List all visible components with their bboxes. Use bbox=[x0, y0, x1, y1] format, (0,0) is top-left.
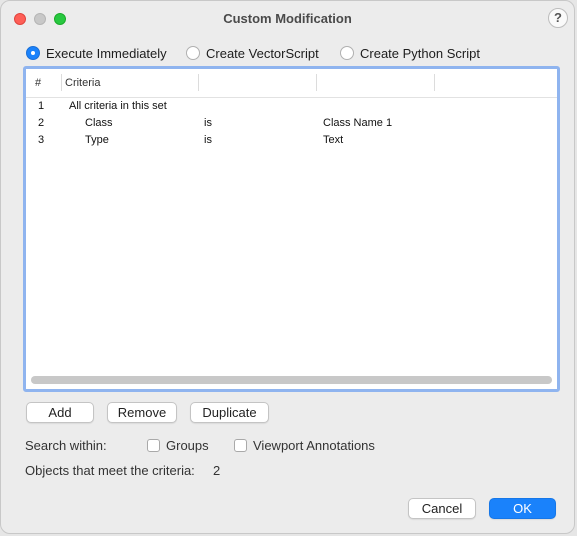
viewport-annotations-label[interactable]: Viewport Annotations bbox=[253, 438, 375, 453]
objects-count-label: Objects that meet the criteria: bbox=[25, 463, 195, 478]
table-row[interactable]: 3 Type is Text bbox=[26, 132, 557, 149]
row-value: Text bbox=[323, 134, 344, 146]
row-criteria: Class bbox=[85, 117, 113, 129]
criteria-table[interactable]: # Criteria 1 All criteria in this set 2 … bbox=[23, 66, 560, 392]
table-row[interactable]: 1 All criteria in this set bbox=[26, 98, 557, 115]
radio-label: Create Python Script bbox=[360, 46, 480, 61]
column-divider[interactable] bbox=[61, 74, 62, 91]
row-number: 3 bbox=[38, 134, 45, 146]
table-header: # Criteria bbox=[26, 69, 557, 98]
window-title: Custom Modification bbox=[223, 11, 352, 26]
cancel-button[interactable]: Cancel bbox=[408, 498, 476, 519]
radio-unselected-icon[interactable] bbox=[340, 46, 354, 60]
column-divider[interactable] bbox=[316, 74, 317, 91]
column-divider[interactable] bbox=[434, 74, 435, 91]
row-number: 1 bbox=[38, 100, 45, 112]
column-header-criteria[interactable]: Criteria bbox=[65, 77, 100, 89]
radio-unselected-icon[interactable] bbox=[186, 46, 200, 60]
row-operator: is bbox=[204, 117, 212, 129]
viewport-annotations-checkbox[interactable] bbox=[234, 439, 247, 452]
column-divider[interactable] bbox=[198, 74, 199, 91]
row-number: 2 bbox=[38, 117, 45, 129]
column-header-number[interactable]: # bbox=[35, 77, 41, 89]
radio-label: Execute Immediately bbox=[46, 46, 167, 61]
groups-label[interactable]: Groups bbox=[166, 438, 209, 453]
horizontal-scrollbar[interactable] bbox=[31, 376, 552, 384]
help-button[interactable]: ? bbox=[548, 8, 568, 28]
remove-button[interactable]: Remove bbox=[107, 402, 177, 423]
groups-checkbox[interactable] bbox=[147, 439, 160, 452]
ok-button[interactable]: OK bbox=[489, 498, 556, 519]
row-value: Class Name 1 bbox=[323, 117, 393, 129]
row-criteria: Type bbox=[85, 134, 109, 146]
radio-selected-icon[interactable] bbox=[26, 46, 40, 60]
objects-count-value: 2 bbox=[213, 463, 221, 478]
duplicate-button[interactable]: Duplicate bbox=[190, 402, 269, 423]
table-row[interactable]: 2 Class is Class Name 1 bbox=[26, 115, 557, 132]
row-criteria: All criteria in this set bbox=[69, 100, 167, 112]
custom-modification-dialog: Custom Modification ? Execute Immediatel… bbox=[0, 0, 575, 534]
add-button[interactable]: Add bbox=[26, 402, 94, 423]
search-within-label: Search within: bbox=[25, 438, 107, 453]
row-operator: is bbox=[204, 134, 212, 146]
title-bar: Custom Modification ? bbox=[1, 1, 574, 37]
radio-label: Create VectorScript bbox=[206, 46, 319, 61]
